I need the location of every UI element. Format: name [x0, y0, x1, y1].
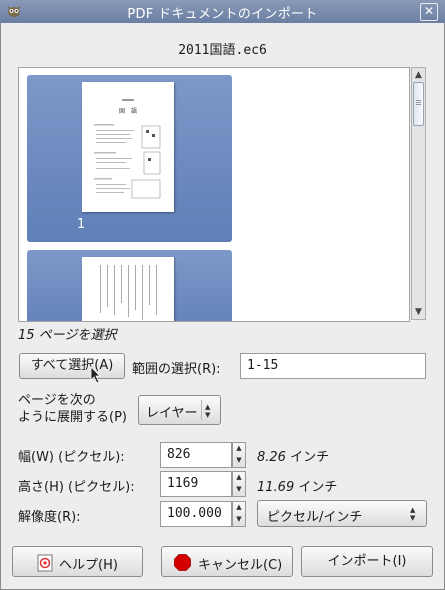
combo-separator	[201, 400, 202, 420]
height-inches-value: 11.69	[257, 480, 295, 495]
resolution-label: 解像度(R):	[18, 510, 81, 525]
open-pages-label-line2: ように展開する(P)	[18, 410, 127, 425]
resolution-unit-value: ピクセル/インチ	[267, 510, 363, 525]
title-bar: PDF ドキュメントのインポート ✕	[0, 0, 445, 23]
page-thumbnail-item[interactable]	[27, 250, 232, 321]
help-button[interactable]: ヘルプ(H)	[12, 546, 143, 577]
resolution-input[interactable]: 100.000	[160, 501, 232, 527]
scroll-up-icon[interactable]: ▲	[412, 68, 425, 82]
width-inches-value: 8.26	[257, 450, 286, 465]
open-pages-as-value: レイヤー	[146, 406, 198, 421]
range-input[interactable]: 1-15	[240, 353, 426, 379]
height-label: 高さ(H) (ピクセル):	[18, 480, 135, 495]
resolution-unit-combo[interactable]: ピクセル/インチ ▲ ▼	[257, 500, 427, 527]
height-inches-unit: インチ	[298, 480, 338, 495]
cancel-button[interactable]: キャンセル(C)	[161, 546, 293, 577]
resolution-spinner[interactable]: ▲ ▼	[232, 501, 246, 527]
cancel-label: キャンセル(C)	[198, 558, 283, 573]
combo-updown-icon: ▲ ▼	[410, 506, 416, 522]
spin-down-icon[interactable]: ▼	[233, 455, 245, 467]
scroll-down-icon[interactable]: ▼	[412, 305, 425, 319]
spin-down-icon[interactable]: ▼	[233, 514, 245, 526]
mouse-cursor-icon	[90, 366, 101, 384]
width-inches: 8.26 インチ	[257, 446, 329, 465]
width-spinner[interactable]: ▲ ▼	[232, 442, 246, 468]
help-icon	[37, 554, 53, 572]
help-label: ヘルプ(H)	[59, 558, 118, 573]
width-inches-unit: インチ	[290, 450, 330, 465]
height-input[interactable]: 1169	[160, 471, 232, 497]
selection-count: 15 ページを選択	[18, 328, 117, 343]
open-pages-as-combo[interactable]: レイヤー ▲ ▼	[138, 395, 221, 425]
spin-down-icon[interactable]: ▼	[233, 484, 245, 496]
open-pages-label: ページを次の ように展開する(P)	[18, 392, 127, 426]
page-preview-list[interactable]: 国 語 1	[18, 67, 410, 322]
combo-updown-icon: ▲ ▼	[205, 403, 211, 419]
spin-up-icon[interactable]: ▲	[233, 472, 245, 484]
document-filename: 2011国語.ec6	[178, 43, 267, 58]
range-label: 範囲の選択(R):	[132, 362, 221, 377]
page-thumbnail-drawing: 国 語	[94, 99, 161, 199]
spin-up-icon[interactable]: ▲	[233, 502, 245, 514]
page-thumbnail-item[interactable]: 国 語 1	[27, 75, 232, 242]
cancel-icon	[174, 554, 191, 571]
height-inches: 11.69 インチ	[257, 476, 337, 495]
page-thumbnail-image	[82, 257, 174, 321]
page-number-label: 1	[77, 217, 86, 232]
preview-scrollbar[interactable]: ▲ ▼	[411, 67, 426, 320]
spin-up-icon[interactable]: ▲	[233, 443, 245, 455]
width-label: 幅(W) (ピクセル):	[18, 450, 125, 465]
thumb-heading: 国 語	[119, 107, 137, 115]
page-thumbnail-drawing	[100, 265, 157, 320]
scrollbar-thumb[interactable]	[413, 82, 424, 126]
open-pages-label-line1: ページを次の	[18, 393, 96, 408]
close-icon[interactable]: ✕	[420, 3, 438, 21]
width-input[interactable]: 826	[160, 442, 232, 468]
window-title: PDF ドキュメントのインポート	[127, 7, 318, 22]
height-spinner[interactable]: ▲ ▼	[232, 471, 246, 497]
select-all-button[interactable]: すべて選択(A)	[19, 353, 125, 379]
import-button[interactable]: インポート(I)	[301, 546, 433, 577]
page-thumbnail-image: 国 語	[82, 82, 174, 212]
